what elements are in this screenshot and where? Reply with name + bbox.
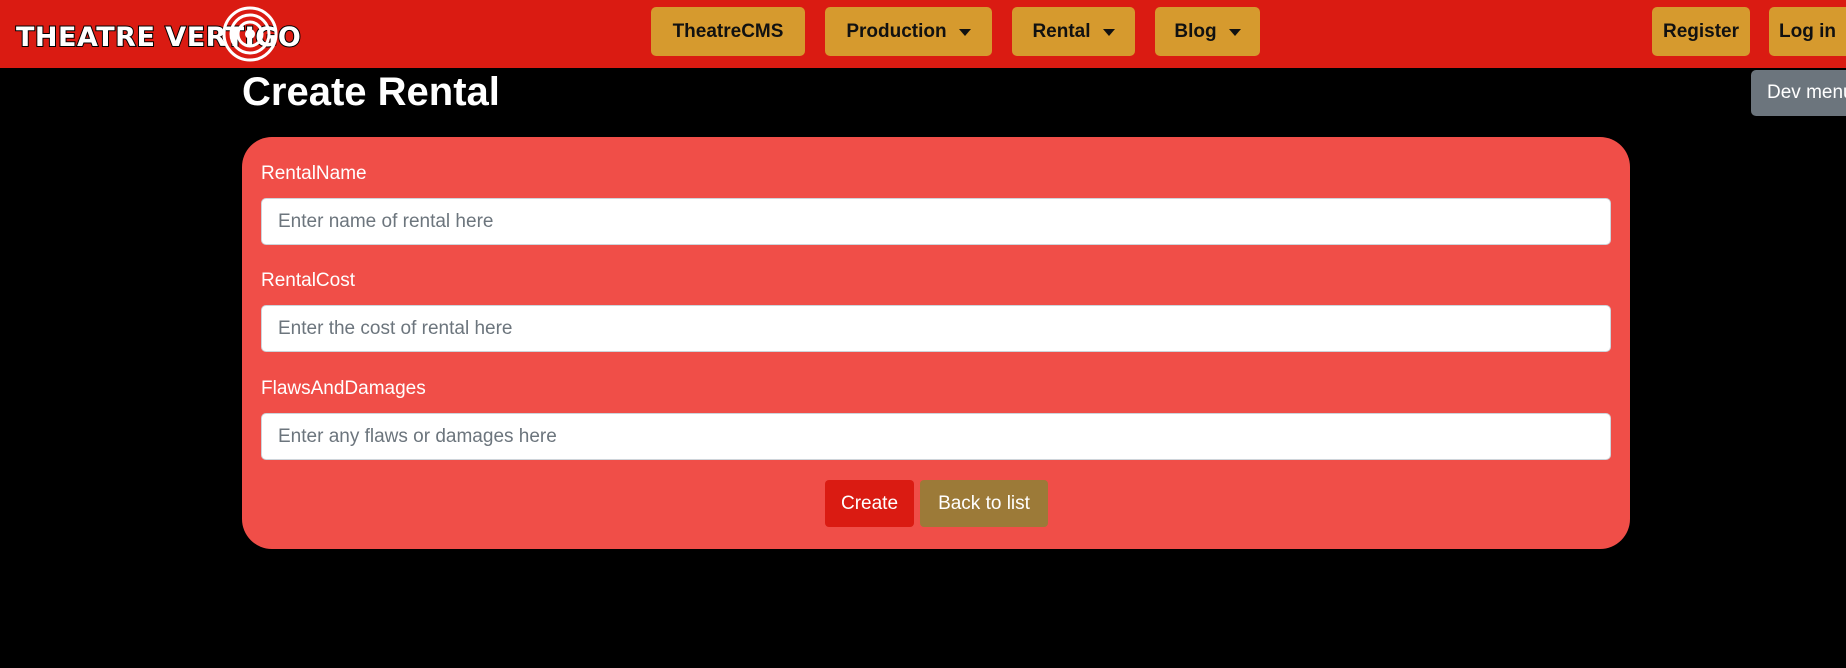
- chevron-down-icon: [1102, 28, 1115, 36]
- flaws-and-damages-input[interactable]: [261, 413, 1611, 460]
- top-navbar: THEATRE VERTIGO TheatreCMS Production Re…: [0, 0, 1846, 68]
- nav-theatrecms-button[interactable]: TheatreCMS: [651, 7, 805, 56]
- theatre-vertigo-logo[interactable]: THEATRE VERTIGO: [12, 6, 302, 62]
- dev-menu-label: Dev menu: [1767, 82, 1846, 103]
- rental-name-label: RentalName: [261, 163, 367, 184]
- rental-cost-label: RentalCost: [261, 270, 355, 291]
- page-title: Create Rental: [242, 70, 500, 114]
- chevron-down-icon: [1228, 28, 1241, 36]
- login-label: Log in: [1779, 20, 1836, 42]
- register-label: Register: [1662, 20, 1740, 42]
- nav-rental-label: Rental: [1032, 20, 1091, 42]
- rental-cost-input[interactable]: [261, 305, 1611, 352]
- nav-rental-dropdown[interactable]: Rental: [1012, 7, 1135, 56]
- back-to-list-button[interactable]: Back to list: [920, 480, 1048, 527]
- rental-name-input[interactable]: [261, 198, 1611, 245]
- create-rental-form: RentalName RentalCost FlawsAndDamages Cr…: [242, 137, 1630, 549]
- nav-blog-label: Blog: [1174, 20, 1217, 42]
- register-button[interactable]: Register: [1652, 7, 1750, 56]
- flaws-and-damages-label: FlawsAndDamages: [261, 378, 426, 399]
- chevron-down-icon: [958, 28, 971, 36]
- create-button[interactable]: Create: [825, 480, 914, 527]
- dev-menu-button[interactable]: Dev menu: [1751, 70, 1846, 116]
- swirl-logo-icon: [222, 6, 278, 62]
- login-button[interactable]: Log in: [1769, 7, 1846, 56]
- nav-theatrecms-label: TheatreCMS: [672, 20, 784, 42]
- nav-blog-dropdown[interactable]: Blog: [1155, 7, 1260, 56]
- nav-production-dropdown[interactable]: Production: [825, 7, 992, 56]
- nav-production-label: Production: [846, 20, 947, 42]
